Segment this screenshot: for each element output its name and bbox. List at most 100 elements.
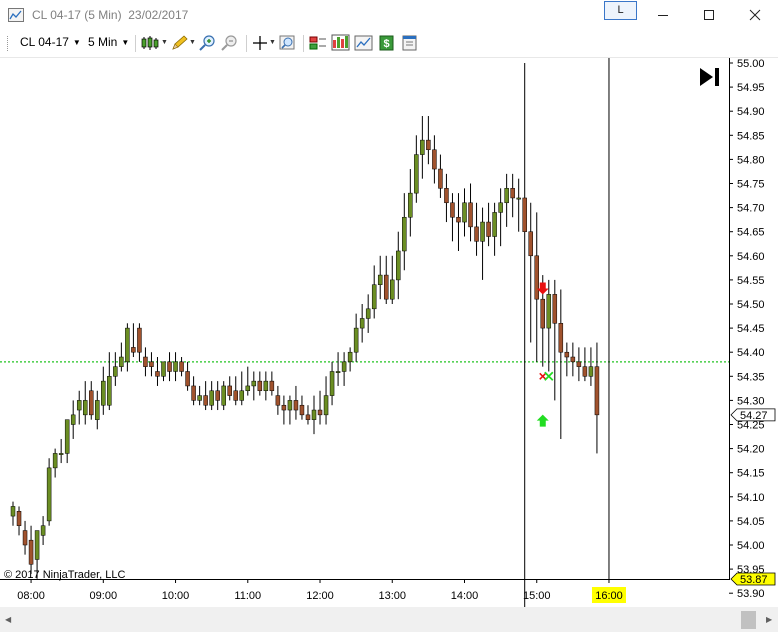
close-button[interactable]: [732, 0, 778, 30]
chevron-down-icon[interactable]: ▼: [189, 39, 196, 46]
candle-body: [28, 539, 34, 565]
candle: [426, 116, 431, 165]
price-chart[interactable]: 55.00 54.95 54.90 54.85 54.80 54.75 54.70 54.65…: [0, 58, 778, 608]
maximize-icon: [704, 10, 714, 20]
chevron-down-icon[interactable]: ▼: [161, 39, 168, 46]
candle-body: [227, 385, 232, 396]
candle-body: [329, 371, 335, 396]
candle: [438, 154, 443, 198]
candle: [16, 506, 22, 536]
time-tick-label: 12:00: [306, 590, 334, 602]
time-tick-label: 14:00: [451, 590, 479, 602]
candle: [498, 188, 503, 247]
candle-body: [402, 216, 407, 252]
candle: [227, 376, 232, 401]
candle: [311, 395, 317, 435]
time-tick-label: 13:00: [378, 590, 406, 602]
candle-body: [570, 356, 576, 363]
candle-body: [462, 202, 467, 223]
entry-x-icon: [544, 371, 554, 381]
zoom-out-icon[interactable]: [220, 34, 240, 52]
zoom-in-icon[interactable]: [198, 34, 218, 52]
candle-body: [305, 414, 311, 420]
candle: [125, 323, 130, 372]
chevron-down-icon[interactable]: ▼: [269, 39, 276, 46]
candle: [546, 279, 552, 372]
candle: [570, 342, 576, 377]
candle: [582, 347, 588, 382]
indicators-icon[interactable]: [331, 34, 351, 52]
candle: [203, 381, 208, 411]
candle-body: [456, 216, 461, 223]
candle-body: [444, 188, 449, 204]
price-tick-label: 53.90: [737, 588, 765, 600]
candle-body: [365, 308, 371, 319]
candle-body: [420, 139, 425, 155]
candle-body: [113, 366, 118, 377]
candle-body: [510, 188, 515, 199]
candle-body: [377, 274, 383, 285]
candle-body: [52, 453, 58, 469]
chevron-down-icon: ▼: [121, 38, 130, 47]
candle: [251, 371, 257, 401]
strategies-icon[interactable]: [308, 34, 328, 52]
chevron-left-icon: ◀: [5, 615, 12, 624]
price-tick-label: 54.85: [737, 130, 765, 142]
candle-body: [82, 400, 88, 416]
candle: [365, 294, 371, 333]
dollar-order-icon[interactable]: $: [377, 34, 397, 52]
candle-body: [203, 395, 208, 406]
candle: [408, 169, 413, 237]
magnifier-icon[interactable]: [278, 34, 298, 52]
crosshair-icon[interactable]: [251, 34, 271, 52]
chart-panel[interactable]: 55.00 54.95 54.90 54.85 54.80 54.75 54.70 54.65…: [0, 57, 778, 608]
scroll-left-button[interactable]: ◀: [0, 607, 16, 632]
scroll-right-button[interactable]: ▶: [762, 607, 778, 632]
candle-body: [76, 400, 82, 411]
candle-body: [179, 361, 184, 372]
minimize-icon: [658, 15, 668, 16]
horizontal-scrollbar[interactable]: ◀ ▶: [0, 607, 778, 632]
candle-body: [582, 366, 588, 377]
candle-body: [588, 366, 594, 377]
candle: [185, 361, 190, 391]
candle-body: [516, 197, 521, 200]
price-tick-label: 54.55: [737, 275, 765, 287]
candle-body: [257, 380, 263, 392]
candle-body: [209, 390, 214, 406]
pencil-draw-icon[interactable]: [170, 34, 190, 52]
candle: [89, 381, 94, 420]
candle-body: [486, 221, 491, 237]
bars-type-icon[interactable]: [140, 34, 160, 52]
candle-body: [353, 327, 359, 353]
scroll-to-end-icon[interactable]: [700, 68, 719, 86]
time-tick-label: 11:00: [234, 590, 261, 602]
candle: [161, 361, 166, 382]
last-price-label: 54.27: [740, 410, 768, 422]
candle: [432, 135, 437, 184]
candle-body: [480, 221, 485, 242]
time-tick-label: 15:00: [523, 590, 551, 602]
properties-icon[interactable]: [400, 34, 420, 52]
candle-body: [534, 255, 539, 300]
candle: [468, 183, 473, 242]
candle-body: [239, 390, 245, 401]
candle-body: [468, 202, 473, 228]
instrument-selector[interactable]: CL 04-17 ▼: [20, 35, 81, 49]
candle: [10, 501, 16, 526]
candle: [341, 352, 347, 386]
price-tick-label: 54.30: [737, 395, 765, 407]
scrollbar-thumb[interactable]: [741, 611, 756, 629]
candle: [552, 279, 558, 401]
maximize-button[interactable]: [686, 0, 732, 30]
toolbar-grip[interactable]: [7, 36, 10, 51]
candle-body: [474, 226, 479, 242]
minimize-button[interactable]: [640, 0, 686, 30]
toolbar-separator: [246, 35, 247, 52]
interval-selector[interactable]: 5 Min ▼: [88, 35, 129, 49]
candle-body: [594, 366, 600, 416]
candle-body: [101, 380, 106, 406]
link-button[interactable]: L: [604, 1, 637, 20]
chart-trader-icon[interactable]: [354, 34, 374, 52]
chevron-right-icon: ▶: [766, 615, 773, 624]
